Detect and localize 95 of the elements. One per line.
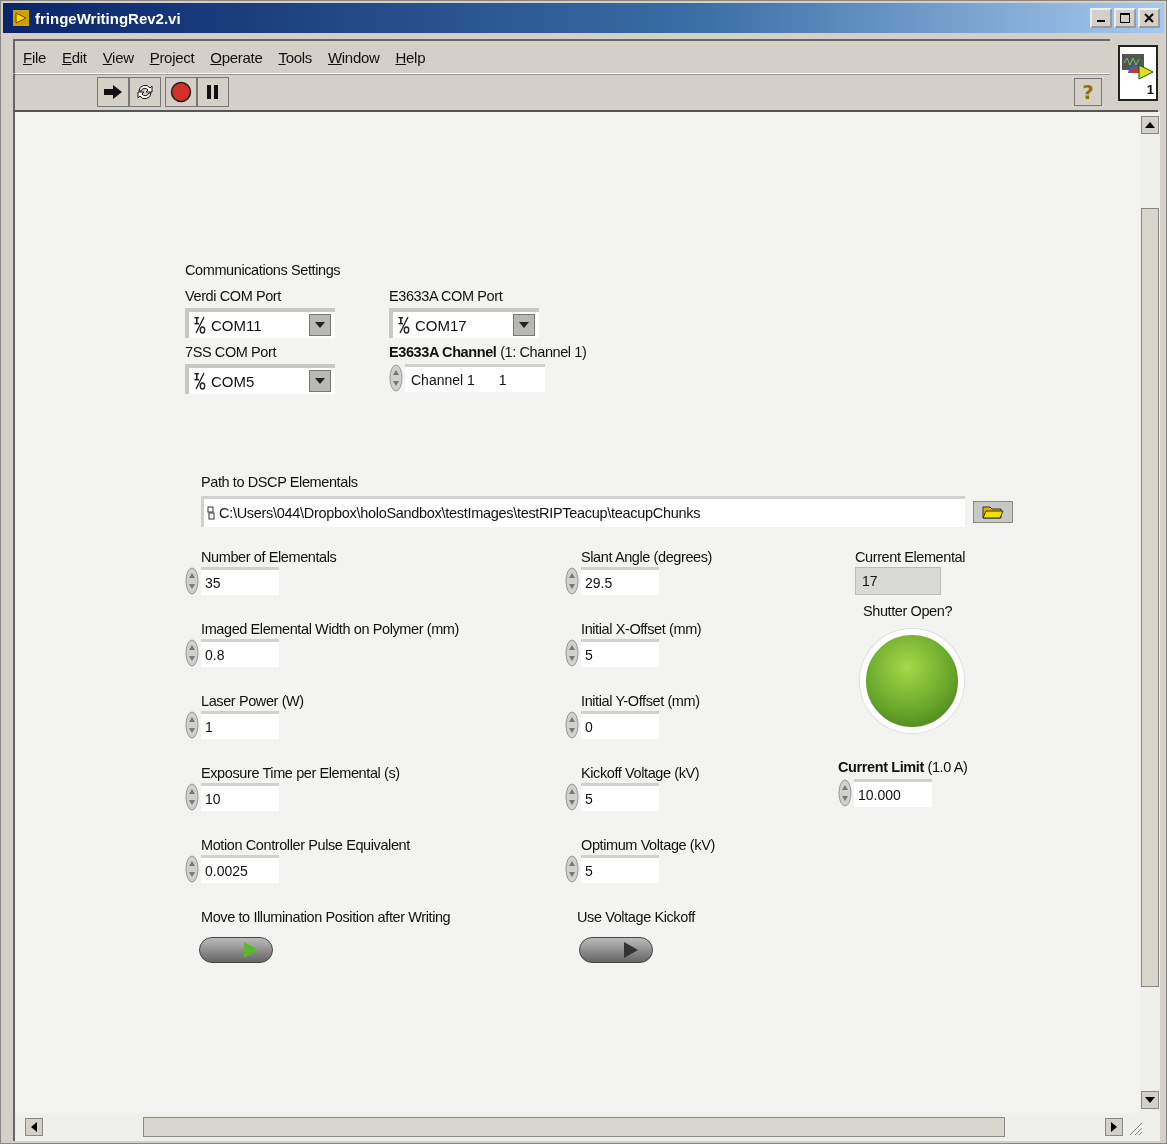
scroll-thumb[interactable] (143, 1117, 1005, 1137)
window-title: fringeWritingRev2.vi (35, 9, 181, 27)
vertical-scrollbar[interactable] (1140, 112, 1160, 1113)
menu-item[interactable]: Project (149, 48, 195, 66)
path-icon (207, 506, 215, 520)
spinner-icon[interactable] (565, 567, 579, 595)
numeric-field[interactable]: 5 (581, 855, 659, 883)
menu-item[interactable]: File (23, 48, 46, 66)
control-label: Optimum Voltage (kV) (581, 837, 716, 853)
numeric-field[interactable]: 10.000 (854, 779, 932, 807)
spinner-icon[interactable] (185, 639, 199, 667)
control-label: Number of Elementals (201, 549, 338, 565)
control-label: Path to DSCP Elementals (201, 474, 359, 490)
io-icon (193, 315, 207, 335)
control-label: Exposure Time per Elemental (s) (201, 765, 401, 781)
down-arrow-icon (1145, 1097, 1155, 1103)
folder-icon (982, 504, 1004, 519)
maximize-button[interactable] (1114, 8, 1136, 28)
section-title: Communications Settings (185, 262, 342, 278)
menu-item[interactable]: Window (327, 48, 380, 66)
com-port-selector[interactable]: COM11 (185, 308, 335, 338)
com-port-selector[interactable]: COM17 (389, 308, 539, 338)
right-arrow-icon (1111, 1122, 1117, 1132)
abort-button[interactable] (165, 77, 197, 107)
control-label: Current Limit (1.0 A) (838, 759, 968, 775)
com-port-selector[interactable]: COM5 (185, 364, 335, 394)
minimize-button[interactable] (1090, 8, 1112, 28)
control-label: 7SS COM Port (185, 344, 278, 360)
pause-button[interactable] (197, 77, 229, 107)
menu-item[interactable]: Operate (210, 48, 263, 66)
spinner-icon[interactable] (565, 855, 579, 883)
close-icon (1144, 13, 1154, 23)
io-icon (193, 371, 207, 391)
spinner-icon[interactable] (389, 364, 403, 392)
numeric-field[interactable]: 10 (201, 783, 279, 811)
numeric-field[interactable]: 0 (581, 711, 659, 739)
pause-icon (206, 84, 220, 100)
numeric-field[interactable]: 5 (581, 783, 659, 811)
dropdown-arrow-icon (315, 378, 325, 384)
cycle-arrows-icon (135, 82, 155, 102)
dropdown-arrow-icon (519, 322, 529, 328)
spinner-icon[interactable] (565, 711, 579, 739)
instrument-icon (1121, 53, 1155, 81)
maximize-icon (1120, 13, 1130, 23)
numeric-field[interactable]: 1 (201, 711, 279, 739)
numeric-field[interactable]: 0.8 (201, 639, 279, 667)
run-continuously-button[interactable] (129, 77, 161, 107)
control-label: Motion Controller Pulse Equivalent (201, 837, 411, 853)
control-label: Slant Angle (degrees) (581, 549, 714, 565)
numeric-field[interactable]: 5 (581, 639, 659, 667)
menu-item[interactable]: Tools (278, 48, 312, 66)
control-label: Move to Illumination Position after Writing (201, 909, 452, 925)
spinner-icon[interactable] (565, 783, 579, 811)
control-label: E3633A COM Port (389, 288, 504, 304)
path-field[interactable]: C:\Users\044\Dropbox\holoSandbox\testImages\testRIPTeacup\teacupChunks (201, 496, 965, 527)
control-label: Kickoff Voltage (kV) (581, 765, 701, 781)
control-label: Verdi COM Port (185, 288, 282, 304)
numeric-field[interactable]: 29.5 (581, 567, 659, 595)
run-arrow-icon (13, 10, 29, 26)
spinner-icon[interactable] (185, 855, 199, 883)
menu-item[interactable]: Help (395, 48, 426, 66)
left-arrow-icon (31, 1122, 37, 1132)
control-label: E3633A Channel (1: Channel 1) (389, 344, 588, 360)
stop-icon (170, 81, 192, 103)
control-label: Imaged Elemental Width on Polymer (mm) (201, 621, 460, 637)
control-label: Use Voltage Kickoff (577, 909, 697, 925)
menu-item[interactable]: View (102, 48, 134, 66)
horizontal-scrollbar[interactable] (13, 1113, 1160, 1141)
connector-number: 1 (1146, 82, 1154, 97)
spinner-icon[interactable] (565, 639, 579, 667)
control-label: Initial Y-Offset (mm) (581, 693, 701, 709)
indicator-label: Current Elemental (855, 549, 967, 565)
numeric-indicator: 17 (855, 567, 941, 595)
menu-item[interactable]: Edit (62, 48, 87, 66)
toggle-switch[interactable] (199, 937, 273, 963)
close-button[interactable] (1138, 8, 1160, 28)
spinner-icon[interactable] (838, 779, 852, 807)
minimize-icon (1097, 20, 1105, 22)
run-button[interactable] (97, 77, 129, 107)
browse-button[interactable] (973, 500, 1013, 523)
toggle-switch[interactable] (579, 937, 653, 963)
up-arrow-icon (1145, 122, 1155, 128)
numeric-field[interactable]: 35 (201, 567, 279, 595)
dropdown-arrow-icon (315, 322, 325, 328)
control-label: Laser Power (W) (201, 693, 305, 709)
arrow-icon (102, 83, 124, 101)
indicator-label: Shutter Open? (863, 603, 954, 619)
scroll-thumb[interactable] (1141, 208, 1159, 987)
spinner-icon[interactable] (185, 783, 199, 811)
io-icon (397, 315, 411, 335)
control-label: Initial X-Offset (mm) (581, 621, 703, 637)
channel-ring-field[interactable]: Channel 1 1 (405, 364, 545, 392)
spinner-icon[interactable] (185, 711, 199, 739)
numeric-field[interactable]: 0.0025 (201, 855, 279, 883)
spinner-icon[interactable] (185, 567, 199, 595)
